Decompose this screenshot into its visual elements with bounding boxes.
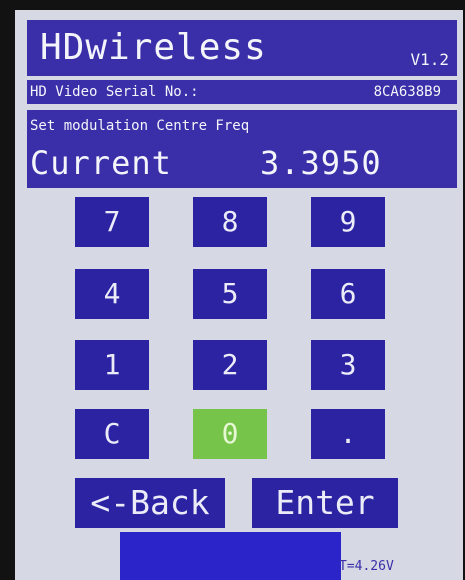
key-clear[interactable]: C [75, 409, 149, 459]
back-button[interactable]: <-Back [75, 478, 225, 528]
key-decimal[interactable]: . [311, 409, 385, 459]
key-8[interactable]: 8 [193, 197, 267, 247]
app-title: HDwireless [40, 27, 267, 68]
key-1[interactable]: 1 [75, 340, 149, 390]
frequency-panel: Set modulation Centre Freq Current 3.395… [27, 110, 457, 188]
key-3[interactable]: 3 [311, 340, 385, 390]
key-2[interactable]: 2 [193, 340, 267, 390]
current-frequency-value: 3.3950 [260, 144, 382, 182]
battery-voltage: T=4.26V [339, 559, 394, 574]
key-7[interactable]: 7 [75, 197, 149, 247]
key-4[interactable]: 4 [75, 269, 149, 319]
screen: HDwireless V1.2 HD Video Serial No.: 8CA… [15, 10, 463, 580]
header-bar: HDwireless V1.2 [27, 20, 457, 76]
serial-value: 8CA638B9 [373, 84, 441, 100]
footer-bar [120, 532, 341, 580]
key-0[interactable]: 0 [193, 409, 267, 459]
serial-bar: HD Video Serial No.: 8CA638B9 [27, 80, 457, 104]
serial-label: HD Video Serial No.: [30, 84, 199, 100]
version-label: V1.2 [410, 50, 449, 69]
enter-button[interactable]: Enter [252, 478, 398, 528]
current-label: Current [30, 144, 172, 182]
mode-label: Set modulation Centre Freq [30, 118, 250, 134]
key-9[interactable]: 9 [311, 197, 385, 247]
device-frame: HDwireless V1.2 HD Video Serial No.: 8CA… [0, 0, 465, 580]
key-6[interactable]: 6 [311, 269, 385, 319]
key-5[interactable]: 5 [193, 269, 267, 319]
